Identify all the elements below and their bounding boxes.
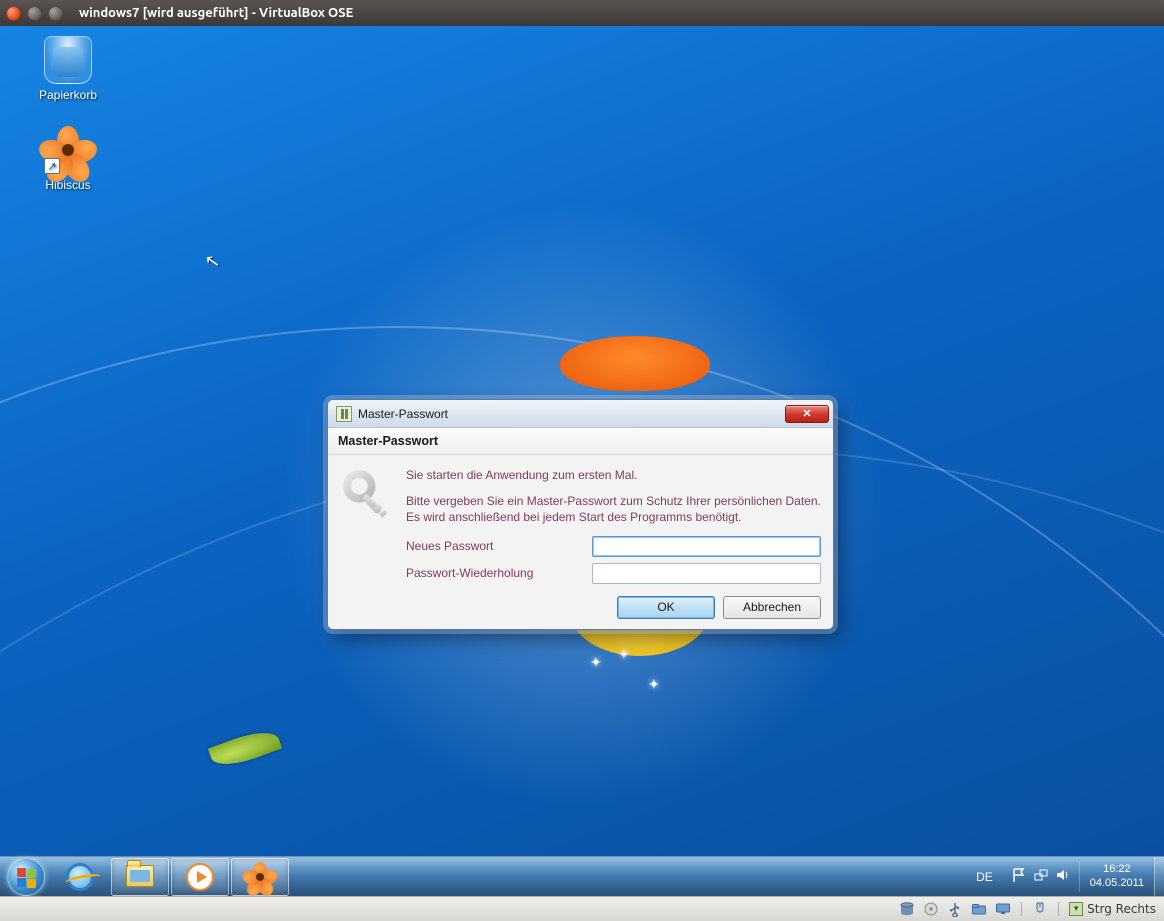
start-button[interactable]: [2, 857, 50, 897]
windows-desktop[interactable]: ✦ ✦ ✦ Papierkorb ↗ Hibiscus ↖ Master-Pas…: [0, 26, 1164, 896]
host-maximize-icon[interactable]: [48, 6, 63, 21]
taskbar-clock[interactable]: 16:22 04.05.2011: [1079, 861, 1154, 891]
host-close-icon[interactable]: [6, 6, 21, 21]
vbox-display-icon[interactable]: [995, 901, 1011, 917]
host-minimize-icon[interactable]: [27, 6, 42, 21]
vbox-shared-folders-icon[interactable]: [971, 901, 987, 917]
taskbar-item-hibiscus[interactable]: [231, 858, 289, 896]
vbox-optical-icon[interactable]: [923, 901, 939, 917]
dialog-header: Master-Passwort: [328, 428, 833, 455]
host-window-titlebar: windows7 [wird ausgeführt] - VirtualBox …: [0, 0, 1164, 26]
mouse-cursor-icon: ↖: [203, 250, 222, 273]
media-player-icon: [186, 863, 214, 891]
desktop-icon-label: Papierkorb: [30, 88, 106, 102]
action-center-flag-icon[interactable]: [1011, 867, 1027, 886]
dialog-titlebar[interactable]: Master-Passwort ✕: [328, 400, 833, 428]
file-explorer-icon: [126, 865, 154, 887]
taskbar-item-media-player[interactable]: [171, 858, 229, 896]
vbox-usb-icon[interactable]: [947, 901, 963, 917]
virtualbox-guest-display: ✦ ✦ ✦ Papierkorb ↗ Hibiscus ↖ Master-Pas…: [0, 26, 1164, 896]
clock-time: 16:22: [1090, 863, 1144, 876]
ok-button-label: OK: [657, 600, 674, 614]
dialog-close-button[interactable]: ✕: [785, 405, 829, 423]
cancel-button[interactable]: Abbrechen: [723, 596, 821, 619]
windows-logo-icon: [7, 858, 45, 896]
taskbar-item-ie[interactable]: [51, 858, 109, 896]
recycle-bin-icon: [44, 36, 92, 84]
dialog-intro-text: Sie starten die Anwendung zum ersten Mal…: [406, 467, 821, 483]
vbox-mouse-integration-icon[interactable]: [1032, 901, 1048, 917]
taskbar-item-explorer[interactable]: [111, 858, 169, 896]
desktop-icon-hibiscus[interactable]: ↗ Hibiscus: [30, 126, 106, 192]
wallpaper-decoration: ✦: [648, 676, 660, 693]
vbox-host-key-indicator[interactable]: ▾ Strg Rechts: [1069, 902, 1156, 916]
shortcut-arrow-icon: ↗: [44, 158, 60, 174]
wallpaper-decoration: ✦: [618, 646, 630, 663]
hibiscus-icon: [245, 862, 275, 892]
dialog-title: Master-Passwort: [358, 407, 448, 421]
repeat-password-label: Passwort-Wiederholung: [406, 566, 592, 580]
language-indicator[interactable]: DE: [970, 866, 999, 888]
keyboard-down-arrow-icon: ▾: [1069, 902, 1083, 916]
windows-taskbar: DE 16:22 04.05.2011: [0, 856, 1164, 896]
desktop-icon-label: Hibiscus: [30, 178, 106, 192]
new-password-label: Neues Passwort: [406, 539, 592, 553]
cancel-button-label: Abbrechen: [743, 600, 801, 614]
clock-date: 04.05.2011: [1090, 877, 1144, 890]
host-window-title: windows7 [wird ausgeführt] - VirtualBox …: [79, 6, 353, 20]
repeat-password-input[interactable]: [592, 563, 821, 584]
key-icon: [340, 467, 398, 619]
close-icon: ✕: [802, 407, 811, 420]
virtualbox-status-bar: ▾ Strg Rechts: [0, 896, 1164, 921]
ok-button[interactable]: OK: [617, 596, 715, 619]
network-icon[interactable]: [1033, 867, 1049, 886]
show-desktop-button[interactable]: [1154, 857, 1164, 897]
volume-icon[interactable]: [1055, 867, 1071, 886]
wallpaper-decoration: ✦: [590, 654, 602, 671]
vbox-harddisk-icon[interactable]: [899, 901, 915, 917]
dialog-app-icon: [336, 406, 352, 422]
internet-explorer-icon: [66, 863, 94, 891]
hibiscus-icon: ↗: [44, 126, 92, 174]
dialog-info-text: Bitte vergeben Sie ein Master-Passwort z…: [406, 493, 821, 525]
vbox-host-key-label: Strg Rechts: [1087, 902, 1156, 916]
system-tray: DE 16:22 04.05.2011: [970, 857, 1164, 896]
master-password-dialog: Master-Passwort ✕ Master-Passwort: [327, 399, 834, 630]
new-password-input[interactable]: [592, 536, 821, 557]
desktop-icon-recycle-bin[interactable]: Papierkorb: [30, 36, 106, 102]
